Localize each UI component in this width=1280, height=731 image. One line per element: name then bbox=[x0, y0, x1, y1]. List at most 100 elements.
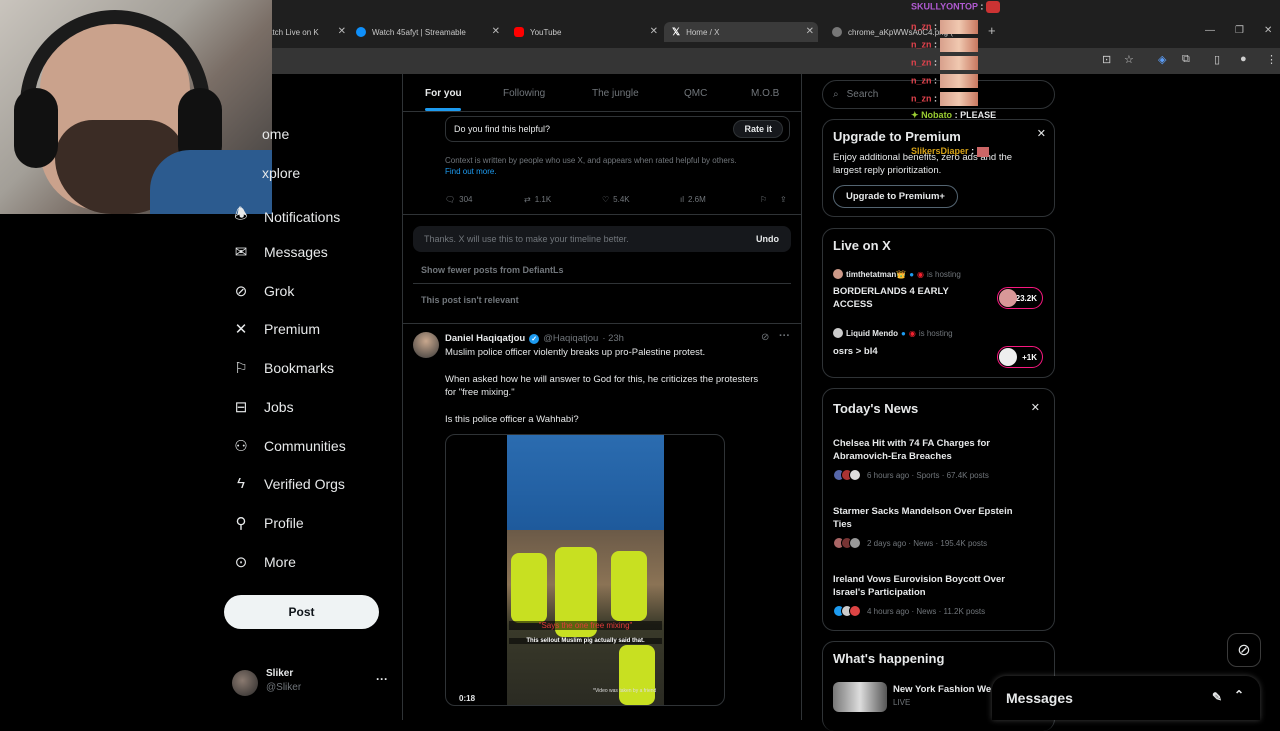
tweet-time[interactable]: · 23h bbox=[602, 333, 624, 344]
avatar-stack bbox=[833, 537, 861, 549]
x-logo-icon: 𝕏 bbox=[672, 26, 681, 38]
close-icon[interactable]: ✕ bbox=[1031, 401, 1040, 414]
news-item[interactable]: Ireland Vows Eurovision Boycott Over Isr… bbox=[833, 573, 1005, 617]
live-listener-pill[interactable]: +23.2K bbox=[997, 287, 1043, 309]
close-icon[interactable]: ✕ bbox=[806, 26, 814, 37]
puzzle-icon[interactable]: ⧉ bbox=[1182, 53, 1190, 66]
reply-button[interactable]: 🗨 304 bbox=[445, 195, 473, 204]
chevron-up-icon[interactable]: ⌃ bbox=[1234, 688, 1244, 702]
find-out-more-link[interactable]: Find out more. bbox=[445, 167, 497, 176]
close-window-icon[interactable]: ✕ bbox=[1264, 25, 1272, 36]
show-fewer-button[interactable]: Show fewer posts from DefiantLs bbox=[421, 265, 564, 275]
live-stream-title[interactable]: BORDERLANDS 4 EARLY bbox=[833, 286, 949, 297]
chat-emote bbox=[939, 56, 978, 70]
nav-bookmarks[interactable]: ⚐ Bookmarks bbox=[232, 359, 334, 377]
heart-icon: ♡ bbox=[602, 195, 610, 204]
upgrade-premium-button[interactable]: Upgrade to Premium+ bbox=[833, 185, 958, 208]
verified-badge-icon: ● bbox=[909, 269, 915, 279]
sidebar-icon[interactable]: ▯ bbox=[1214, 53, 1220, 66]
install-app-icon[interactable]: ⊡ bbox=[1102, 53, 1111, 66]
close-icon[interactable]: ✕ bbox=[492, 26, 500, 37]
nav-grok[interactable]: ⊘ Grok bbox=[232, 282, 295, 300]
news-headline: Ireland Vows Eurovision Boycott Over bbox=[833, 574, 1005, 585]
minimize-icon[interactable]: — bbox=[1205, 25, 1215, 36]
live-host-row[interactable]: timthetatman👑 ● ◉ is hosting bbox=[833, 269, 961, 279]
tab-following[interactable]: Following bbox=[503, 88, 545, 99]
restore-icon[interactable]: ❐ bbox=[1235, 25, 1244, 36]
live-listener-pill[interactable]: +1K bbox=[997, 346, 1043, 368]
post-button[interactable]: Post bbox=[224, 595, 379, 629]
repost-count: 1.1K bbox=[534, 195, 552, 204]
tweet-video[interactable]: "Says the one free mixing" This sellout … bbox=[445, 434, 725, 706]
nav-label: Profile bbox=[264, 515, 304, 531]
browser-tab-streamable[interactable]: Watch 45afyt | Streamable ✕ bbox=[356, 22, 500, 42]
new-tab-button[interactable]: + bbox=[988, 23, 996, 38]
avatar[interactable] bbox=[413, 332, 439, 358]
chat-username: n_zn bbox=[911, 39, 932, 50]
chat-username: SlikersDiaper bbox=[911, 146, 969, 156]
close-icon[interactable]: ✕ bbox=[650, 26, 658, 37]
nav-messages[interactable]: ✉ Messages bbox=[232, 243, 328, 261]
rate-it-button[interactable]: Rate it bbox=[733, 120, 783, 138]
tab-for-you[interactable]: For you bbox=[425, 88, 462, 99]
live-host-row[interactable]: Liquid Mendo ● ◉ is hosting bbox=[833, 328, 953, 338]
nav-verified-orgs[interactable]: ϟ Verified Orgs bbox=[232, 475, 345, 492]
more-icon[interactable]: ··· bbox=[779, 330, 790, 342]
feedback-banner: Thanks. X will use this to make your tim… bbox=[413, 226, 791, 252]
chat-separator: : bbox=[934, 57, 938, 68]
video-frame: "Says the one free mixing" This sellout … bbox=[507, 435, 664, 705]
browser-tab-kick[interactable]: atch Live on K ✕ bbox=[268, 22, 346, 42]
live-stream-title[interactable]: ACCESS bbox=[833, 299, 873, 310]
profile-icon[interactable]: ● bbox=[1240, 53, 1247, 65]
close-icon[interactable]: ✕ bbox=[1037, 127, 1046, 140]
repost-button[interactable]: ⇄ 1.1K bbox=[524, 195, 551, 204]
close-icon[interactable]: ✕ bbox=[338, 26, 346, 37]
author-name[interactable]: Daniel Haqiqatjou bbox=[445, 333, 525, 344]
share-button[interactable]: ⇪ bbox=[780, 195, 787, 204]
news-item[interactable]: Starmer Sacks Mandelson Over Epstein Tie… bbox=[833, 505, 1013, 549]
divider bbox=[403, 214, 801, 215]
not-relevant-button[interactable]: This post isn't relevant bbox=[421, 295, 519, 305]
divider bbox=[403, 323, 801, 324]
nav-home[interactable]: ome bbox=[262, 126, 289, 142]
nav-communities[interactable]: ⚇ Communities bbox=[232, 437, 345, 455]
nav-notifications[interactable]: 🕭 Notifications bbox=[232, 204, 340, 229]
messages-drawer[interactable]: Messages ✎ ⌃ bbox=[992, 676, 1260, 720]
nav-premium[interactable]: ✕ Premium bbox=[232, 320, 320, 338]
grok-button[interactable]: ⊘ bbox=[1227, 633, 1261, 667]
more-icon[interactable]: ··· bbox=[376, 672, 388, 686]
browser-tab-youtube[interactable]: YouTube ✕ bbox=[514, 22, 658, 42]
chat-emote bbox=[939, 92, 978, 106]
chat-username: n_zn bbox=[911, 75, 932, 86]
live-stream-title[interactable]: osrs > bl4 bbox=[833, 346, 878, 357]
nav-more[interactable]: ⊙ More bbox=[232, 553, 296, 571]
news-item[interactable]: Chelsea Hit with 74 FA Charges for Abram… bbox=[833, 437, 990, 481]
views-button[interactable]: ıl 2.6M bbox=[680, 195, 706, 204]
streamable-icon bbox=[356, 27, 366, 37]
compose-message-icon[interactable]: ✎ bbox=[1212, 690, 1222, 704]
nav-profile[interactable]: ⚲ Profile bbox=[232, 514, 304, 532]
author-handle[interactable]: @Haqiqatjou bbox=[543, 333, 598, 344]
trend-headline[interactable]: New York Fashion We bbox=[893, 684, 991, 695]
tab-mob[interactable]: M.O.B bbox=[751, 88, 779, 99]
tab-qmc[interactable]: QMC bbox=[684, 88, 707, 99]
nav-label: xplore bbox=[262, 165, 301, 181]
tab-the-jungle[interactable]: The jungle bbox=[592, 88, 639, 99]
extension-icon[interactable]: ◈ bbox=[1158, 53, 1166, 66]
chat-message: n_zn : bbox=[911, 20, 978, 34]
news-headline: Abramovich-Era Breaches bbox=[833, 451, 952, 462]
menu-dots-icon[interactable]: ⋮ bbox=[1266, 53, 1277, 66]
tab-label: atch Live on K bbox=[268, 27, 319, 37]
like-button[interactable]: ♡ 5.4K bbox=[602, 195, 630, 204]
bookmark-button[interactable]: ⚐ bbox=[760, 195, 767, 204]
chat-separator: : bbox=[971, 146, 975, 156]
nav-explore[interactable]: xplore bbox=[262, 165, 300, 181]
grok-icon[interactable]: ⊘ bbox=[761, 332, 769, 343]
news-headline: Chelsea Hit with 74 FA Charges for bbox=[833, 438, 990, 449]
browser-tab-x[interactable]: 𝕏 Home / X ✕ bbox=[664, 22, 818, 42]
nav-jobs[interactable]: ⊟ Jobs bbox=[232, 398, 294, 416]
hosting-text: is hosting bbox=[927, 269, 961, 279]
undo-button[interactable]: Undo bbox=[756, 234, 779, 244]
premium-card: Upgrade to Premium ✕ Enjoy additional be… bbox=[822, 119, 1055, 217]
star-icon[interactable]: ☆ bbox=[1124, 53, 1134, 66]
